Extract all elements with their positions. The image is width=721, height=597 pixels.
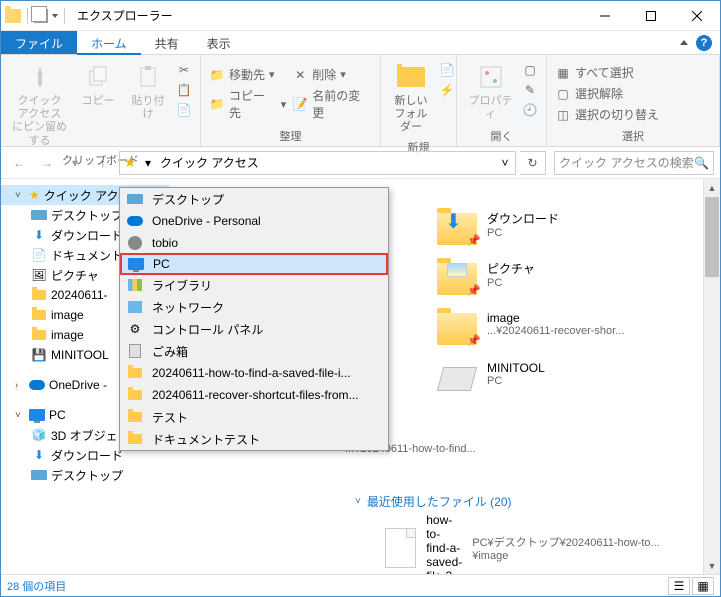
tab-share[interactable]: 共有 — [141, 31, 193, 54]
address-path[interactable]: クイック アクセス — [156, 154, 495, 171]
tab-view[interactable]: 表示 — [193, 31, 245, 54]
star-icon: ★ — [120, 154, 140, 171]
scroll-up-icon[interactable]: ▲ — [704, 179, 720, 196]
dropdown-item-recycle-bin[interactable]: ごみ箱 — [120, 340, 388, 362]
help-icon[interactable]: ? — [696, 35, 712, 51]
move-to-button[interactable]: 📁移動先 ▾ — [207, 65, 288, 84]
qat-dropdown[interactable] — [52, 14, 58, 18]
recent-files-header[interactable]: ˅最近使用したファイル (20) — [345, 493, 512, 510]
address-dropdown-menu: デスクトップ OneDrive - Personal tobio PC ライブラ… — [119, 187, 389, 451]
dropdown-item-pc[interactable]: PC — [120, 253, 388, 275]
collapse-ribbon-icon[interactable] — [680, 40, 688, 45]
copy-path-button[interactable]: 📋 — [174, 81, 194, 99]
copy-to-button[interactable]: 📁コピー先 ▾ — [207, 86, 288, 122]
vertical-scrollbar[interactable]: ▲ ▼ — [703, 179, 720, 574]
ribbon: クイック アクセス にピン留めする コピー 貼り付け ✂ 📋 📄 クリップボード… — [1, 55, 720, 147]
minimize-button[interactable] — [582, 1, 628, 31]
rename-button[interactable]: 📝名前の変更 — [290, 86, 374, 122]
status-bar: 28 個の項目 ☰ ▦ — [1, 574, 720, 596]
dropdown-item-desktop[interactable]: デスクトップ — [120, 188, 388, 210]
sidebar-item-desktop2[interactable]: デスクトップ — [1, 465, 169, 485]
file-row[interactable]: how-to-find-a-saved-file-3 PC¥デスクトップ¥202… — [345, 509, 700, 574]
folder-item-minitool[interactable]: MINITOOLPC — [437, 353, 657, 395]
dropdown-item-folder3[interactable]: テスト — [120, 406, 388, 428]
icons-view-button[interactable]: ▦ — [692, 577, 714, 595]
search-input[interactable]: クイック アクセスの検索 🔍 — [554, 151, 714, 175]
search-placeholder: クイック アクセスの検索 — [559, 154, 694, 171]
invert-selection-button[interactable]: ◫選択の切り替え — [553, 105, 661, 124]
group-select-label: 選択 — [553, 126, 713, 144]
dropdown-item-user[interactable]: tobio — [120, 232, 388, 254]
delete-button[interactable]: ✕削除 ▾ — [290, 65, 374, 84]
pin-to-quick-access-button[interactable]: クイック アクセス にピン留めする — [7, 59, 72, 150]
group-open-label: 開く — [463, 126, 540, 144]
app-icon — [5, 9, 21, 23]
folder-item-pictures[interactable]: 📌 ピクチャPC — [437, 253, 657, 295]
ribbon-tabs: ファイル ホーム 共有 表示 ? — [1, 31, 720, 55]
edit-button[interactable]: ✎ — [520, 81, 540, 99]
dropdown-item-control-panel[interactable]: ⚙コントロール パネル — [120, 318, 388, 340]
up-button[interactable]: ↑ — [91, 151, 115, 175]
quick-access-toolbar — [5, 8, 69, 24]
address-bar: ← → ▾ ↑ ★ ▾ クイック アクセス ˅ ↻ クイック アクセスの検索 🔍 — [1, 147, 720, 179]
refresh-button[interactable]: ↻ — [520, 151, 546, 175]
forward-button[interactable]: → — [35, 151, 59, 175]
tab-file[interactable]: ファイル — [1, 31, 77, 54]
close-button[interactable] — [674, 1, 720, 31]
recent-locations-button[interactable]: ▾ — [63, 151, 87, 175]
item-count: 28 個の項目 — [7, 578, 66, 594]
properties-button[interactable]: プロパティ — [463, 59, 518, 126]
search-icon: 🔍 — [694, 156, 709, 170]
file-icon — [385, 528, 416, 568]
dropdown-item-folder1[interactable]: 20240611-how-to-find-a-saved-file-i... — [120, 362, 388, 384]
dropdown-item-network[interactable]: ネットワーク — [120, 296, 388, 318]
details-view-button[interactable]: ☰ — [668, 577, 690, 595]
history-dropdown[interactable]: ▾ — [140, 156, 156, 170]
folder-item-downloads[interactable]: ⬇📌 ダウンロードPC — [437, 203, 657, 245]
dropdown-item-library[interactable]: ライブラリ — [120, 274, 388, 296]
dropdown-item-folder4[interactable]: ドキュメントテスト — [120, 428, 388, 450]
select-all-button[interactable]: ▦すべて選択 — [553, 63, 661, 82]
new-item-button[interactable]: 📄 — [437, 61, 457, 79]
restore-windows-icon[interactable] — [34, 9, 48, 23]
paste-button[interactable]: 貼り付け — [124, 59, 172, 150]
dropdown-item-onedrive[interactable]: OneDrive - Personal — [120, 210, 388, 232]
cut-button[interactable]: ✂ — [174, 61, 194, 79]
tab-home[interactable]: ホーム — [77, 31, 141, 55]
scroll-thumb[interactable] — [705, 197, 719, 277]
paste-shortcut-button[interactable]: 📄 — [174, 101, 194, 119]
window-title: エクスプローラー — [77, 7, 173, 24]
new-folder-button[interactable]: 新しい フォルダー — [387, 59, 435, 137]
dropdown-item-folder2[interactable]: 20240611-recover-shortcut-files-from... — [120, 384, 388, 406]
back-button[interactable]: ← — [7, 151, 31, 175]
maximize-button[interactable] — [628, 1, 674, 31]
titlebar: エクスプローラー — [1, 1, 720, 31]
group-organize-label: 整理 — [207, 126, 374, 144]
history-button[interactable]: 🕘 — [520, 101, 540, 119]
address-dropdown[interactable]: ˅ — [495, 156, 515, 170]
select-none-button[interactable]: ▢選択解除 — [553, 84, 661, 103]
copy-button[interactable]: コピー — [74, 59, 122, 150]
easy-access-button[interactable]: ⚡ — [437, 81, 457, 99]
address-input[interactable]: ★ ▾ クイック アクセス ˅ — [119, 151, 516, 175]
folder-item-image[interactable]: 📌 image...¥20240611-recover-shor... — [437, 303, 657, 345]
open-button[interactable]: ▢ — [520, 61, 540, 79]
scroll-down-icon[interactable]: ▼ — [704, 557, 720, 574]
